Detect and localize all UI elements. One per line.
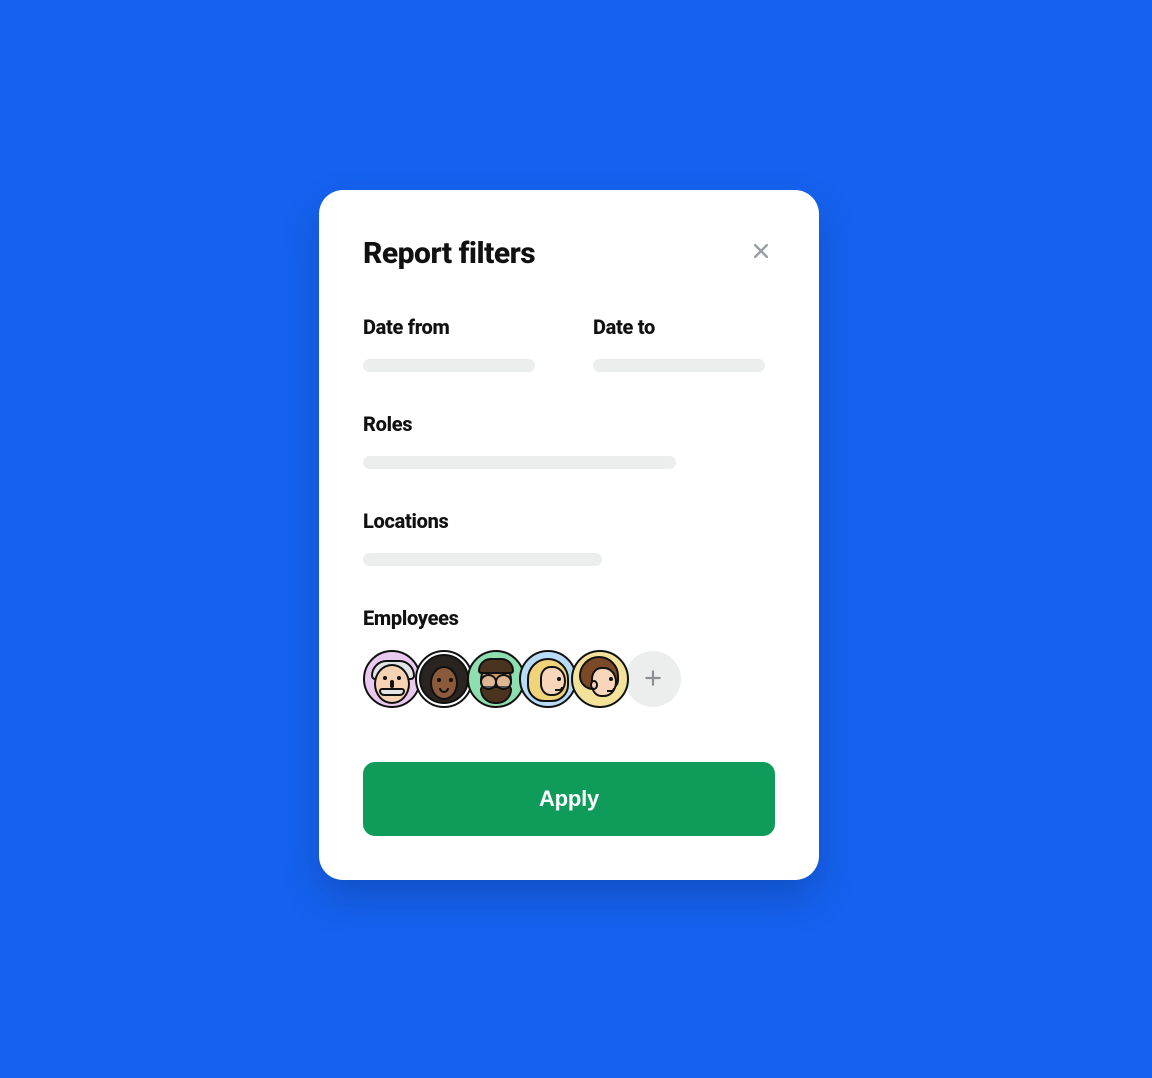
date-to-label: Date to bbox=[593, 315, 775, 339]
modal-header: Report filters bbox=[363, 236, 775, 271]
employee-avatar-5[interactable] bbox=[571, 650, 629, 708]
date-from-field: Date from bbox=[363, 315, 545, 372]
employees-field: Employees bbox=[363, 606, 775, 708]
date-to-field: Date to bbox=[593, 315, 775, 372]
date-from-label: Date from bbox=[363, 315, 545, 339]
employee-avatar-3[interactable] bbox=[467, 650, 525, 708]
roles-label: Roles bbox=[363, 412, 775, 436]
date-from-input[interactable] bbox=[363, 359, 535, 372]
employee-avatar-2[interactable] bbox=[415, 650, 473, 708]
employees-label: Employees bbox=[363, 606, 775, 630]
close-icon bbox=[751, 241, 771, 264]
plus-icon bbox=[643, 668, 663, 691]
modal-title: Report filters bbox=[363, 236, 535, 271]
locations-label: Locations bbox=[363, 509, 775, 533]
locations-input[interactable] bbox=[363, 553, 602, 566]
employee-avatar-4[interactable] bbox=[519, 650, 577, 708]
date-range-row: Date from Date to bbox=[363, 315, 775, 372]
roles-field: Roles bbox=[363, 412, 775, 469]
locations-field: Locations bbox=[363, 509, 775, 566]
report-filters-modal: Report filters Date from Date to Roles L… bbox=[319, 190, 819, 880]
date-to-input[interactable] bbox=[593, 359, 765, 372]
add-employee-button[interactable] bbox=[625, 651, 681, 707]
employees-avatar-row bbox=[363, 650, 775, 708]
roles-input[interactable] bbox=[363, 456, 676, 469]
employee-avatar-1[interactable] bbox=[363, 650, 421, 708]
close-button[interactable] bbox=[747, 238, 775, 266]
apply-button[interactable]: Apply bbox=[363, 762, 775, 836]
